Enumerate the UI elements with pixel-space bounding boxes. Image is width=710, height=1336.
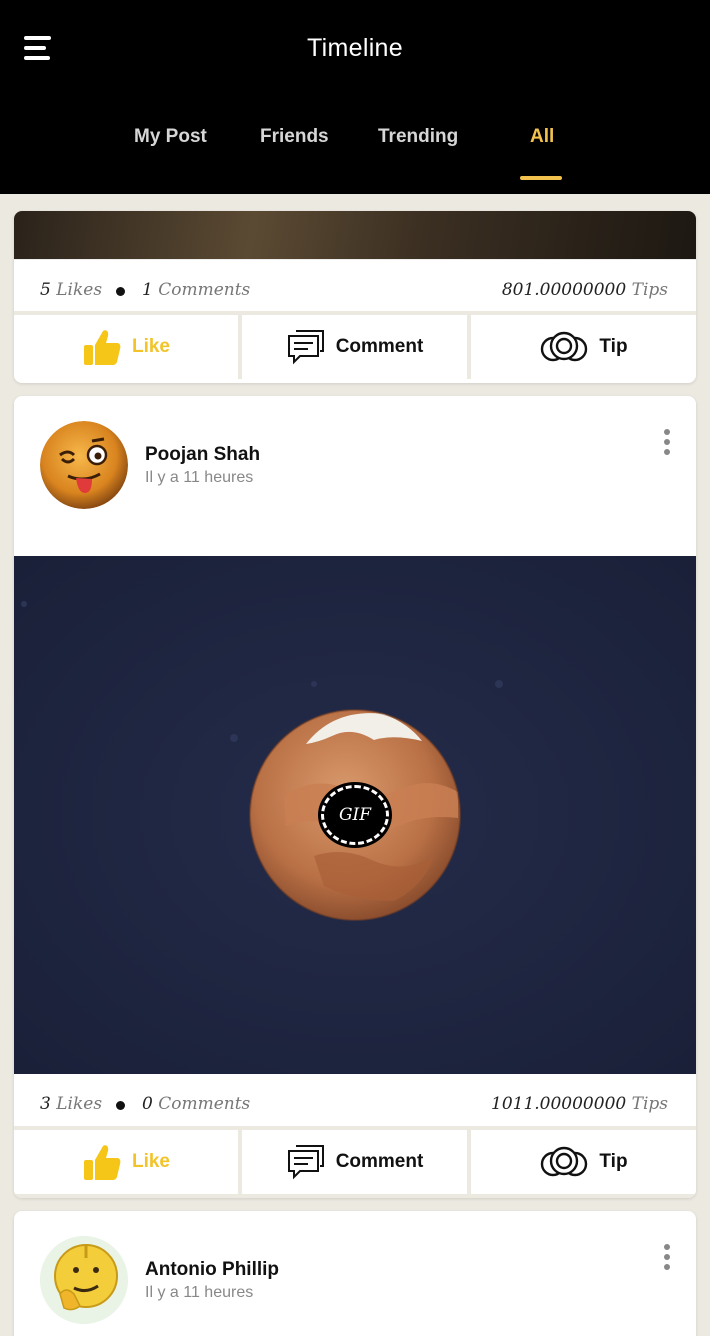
comments-count[interactable]: 0 Comments [142,1094,250,1114]
like-button[interactable]: Like [14,315,238,379]
app-header: Timeline My Post Friends Trending All [0,0,710,194]
active-tab-indicator [520,176,562,180]
gif-badge[interactable]: GIF [318,782,392,848]
tab-friends[interactable]: Friends [260,126,329,148]
post-card: Antonio Phillip Il y a 11 heures [14,1211,696,1336]
comment-icon [287,330,324,365]
more-options-icon[interactable] [662,1244,672,1274]
post-stats: 5 Likes 1 Comments 801.00000000 Tips [14,259,696,311]
thumbs-up-icon [83,330,121,365]
like-label: Like [131,1151,171,1172]
post-author[interactable]: Antonio Phillip [145,1259,279,1281]
post-author[interactable]: Poojan Shah [145,444,260,466]
comment-icon [287,1145,324,1180]
likes-count[interactable]: 3 Likes [40,1094,102,1114]
thinking-emoji-icon [40,1236,128,1324]
tab-trending[interactable]: Trending [378,126,458,148]
like-label: Like [131,336,171,357]
tips-amount: 1011.00000000 Tips [491,1094,668,1114]
more-options-icon[interactable] [662,429,672,459]
post-media[interactable] [14,211,696,259]
comment-label: Comment [335,336,424,357]
tip-button[interactable]: Tip [471,1130,696,1194]
post-stats: 3 Likes 0 Comments 1011.00000000 Tips [14,1074,696,1126]
post-actions: Like Comment Tip [14,311,696,379]
post-actions: Like Comment Tip [14,1126,696,1198]
tab-all[interactable]: All [530,126,554,148]
tip-button[interactable]: Tip [471,315,696,379]
tips-amount: 801.00000000 Tips [501,280,668,300]
coins-icon [541,331,588,362]
comment-label: Comment [335,1151,424,1172]
like-button[interactable]: Like [14,1130,238,1194]
post-time: Il y a 11 heures [145,469,254,486]
comment-button[interactable]: Comment [242,315,467,379]
post-card: Poojan Shah Il y a 11 heures GIF 3 Likes… [14,396,696,1198]
tip-label: Tip [599,1151,628,1172]
winking-tongue-emoji-icon [40,421,128,509]
post-card: 5 Likes 1 Comments 801.00000000 Tips Lik… [14,211,696,383]
gif-label: GIF [338,805,372,825]
post-time: Il y a 11 heures [145,1284,254,1301]
avatar[interactable] [40,421,128,509]
thumbs-up-icon [83,1145,121,1180]
comments-count[interactable]: 1 Comments [142,280,250,300]
separator-dot [116,287,125,296]
avatar[interactable] [40,1236,128,1324]
coins-icon [541,1146,588,1177]
tip-label: Tip [599,336,628,357]
separator-dot [116,1101,125,1110]
likes-count[interactable]: 5 Likes [40,280,102,300]
tab-my-post[interactable]: My Post [134,126,207,148]
page-title: Timeline [307,34,403,62]
comment-button[interactable]: Comment [242,1130,467,1194]
post-media-gif[interactable]: GIF [14,556,696,1074]
